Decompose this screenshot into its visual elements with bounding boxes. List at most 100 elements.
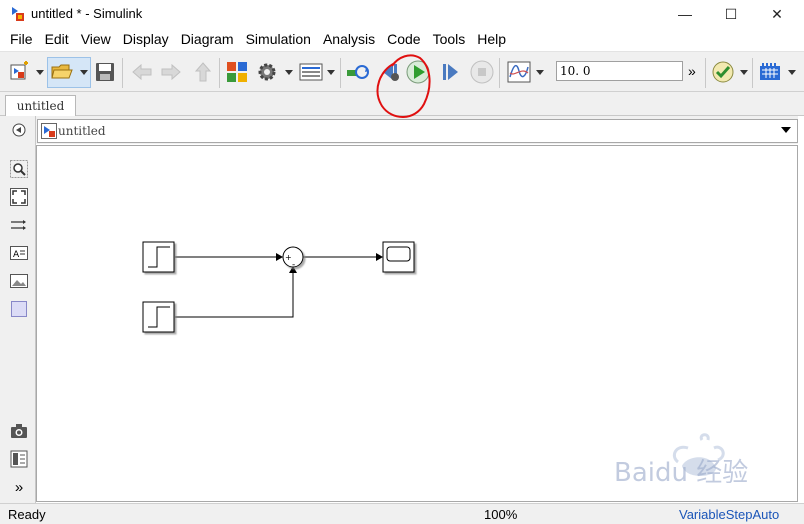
address-path-text: untitled [58,124,106,138]
window-title: untitled * - Simulink [31,6,143,21]
save-button[interactable] [93,60,117,84]
advisor-dropdown-icon[interactable] [740,67,748,77]
explorer-dropdown-icon[interactable] [327,67,335,77]
status-text: Ready [8,507,46,522]
stop-icon [470,60,494,84]
menu-edit[interactable]: Edit [39,29,75,49]
camera-icon [11,424,27,438]
run-button[interactable] [406,60,430,84]
snapshot-button[interactable] [10,422,28,440]
arrow-up-icon [194,62,212,82]
stop-time-field[interactable]: 10. 0 [556,61,683,81]
scope-block[interactable] [382,241,415,273]
arrow-right-icon [161,63,181,81]
open-dropdown-icon[interactable] [80,67,88,77]
signal-line-sum-scope[interactable] [303,253,383,261]
title-bar: untitled * - Simulink — ☐ ✕ [0,0,804,28]
solver-link[interactable]: VariableStepAuto [679,507,779,522]
library-browser-icon [227,62,247,82]
model-config-button[interactable] [255,60,279,84]
svg-text:A: A [13,250,20,260]
route-lines-button[interactable] [10,216,28,234]
block-diagram: + - [142,241,415,333]
simulink-app-icon [10,6,26,22]
open-button[interactable] [50,60,74,84]
toolbar: » [0,51,804,92]
build-button[interactable] [758,60,782,84]
watermark-text: Baidu 经验 [614,458,749,488]
toolbar-separator [340,58,341,88]
signal-line-step1-sum[interactable] [175,253,283,261]
menu-bar: File Edit View Display Diagram Simulatio… [0,28,804,50]
annotation-icon: A [10,246,28,260]
new-model-icon [10,61,28,80]
image-button[interactable] [10,272,28,290]
build-dropdown-icon[interactable] [788,67,796,77]
step-back-icon [383,64,399,81]
menu-code[interactable]: Code [381,29,426,49]
toolbar-separator [219,58,220,88]
config-dropdown-icon[interactable] [285,67,293,77]
zoom-level: 100% [484,507,518,522]
fit-to-view-button[interactable] [10,188,28,206]
toolbar-separator [122,58,123,88]
menu-display[interactable]: Display [117,29,175,49]
new-model-button[interactable] [8,60,32,84]
maximize-button[interactable]: ☐ [708,0,754,28]
sdi-dropdown-icon[interactable] [536,67,544,77]
image-icon [10,274,28,288]
model-canvas[interactable]: + - [36,145,798,502]
menu-help[interactable]: Help [471,29,512,49]
step-back-button[interactable] [378,60,402,84]
toolbar-separator [752,58,753,88]
forward-button[interactable] [159,60,183,84]
svg-text:-: - [292,260,295,270]
gear-icon [258,63,276,81]
update-diagram-button[interactable] [346,60,370,84]
tab-strip: untitled [0,92,804,116]
menu-view[interactable]: View [75,29,117,49]
menu-analysis[interactable]: Analysis [317,29,381,49]
menu-file[interactable]: File [4,29,39,49]
up-button[interactable] [191,60,215,84]
menu-tools[interactable]: Tools [427,29,472,49]
step-block-2[interactable] [142,301,175,333]
hide-browser-button[interactable] [10,121,28,139]
stop-button[interactable] [470,60,494,84]
sum-block[interactable]: + - [282,246,304,270]
model-advisor-button[interactable] [711,60,735,84]
close-button[interactable]: ✕ [754,0,800,28]
model-explorer-icon [299,63,323,81]
library-browser-button[interactable] [225,60,249,84]
back-button[interactable] [130,60,154,84]
annotation-button[interactable]: A [10,244,28,262]
zoom-button[interactable] [10,160,28,178]
tab-untitled[interactable]: untitled [5,95,76,116]
toolbar-overflow[interactable]: » [688,63,696,79]
svg-text:+: + [285,253,292,262]
address-dropdown-icon[interactable] [781,127,791,133]
toolbar-separator [705,58,706,88]
new-dropdown-icon[interactable] [36,67,44,77]
signal-line-step2-sum[interactable] [175,266,297,318]
minimize-button[interactable]: — [662,0,708,28]
status-bar: Ready 100% VariableStepAuto [0,503,804,524]
palette-expand[interactable]: » [10,478,28,496]
sdi-button[interactable] [507,60,531,84]
collapse-circle-icon [12,123,26,137]
step-block-1[interactable] [142,241,175,273]
model-icon [41,123,57,139]
build-grid-icon [760,63,780,80]
checkmark-icon [712,61,734,83]
address-path-box[interactable]: untitled [37,119,798,143]
model-explorer-button[interactable] [299,60,323,84]
menu-simulation[interactable]: Simulation [240,29,317,49]
area-button[interactable] [10,300,28,318]
route-arrows-icon [11,220,26,230]
left-palette: A » [0,116,36,503]
model-browser-button[interactable] [10,450,28,468]
save-icon [96,63,114,81]
zoom-icon [10,160,28,178]
step-forward-button[interactable] [439,60,463,84]
menu-diagram[interactable]: Diagram [175,29,240,49]
